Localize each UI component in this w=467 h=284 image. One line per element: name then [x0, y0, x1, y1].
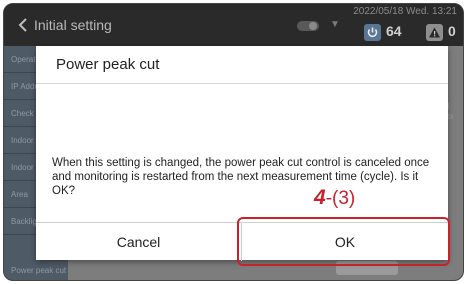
- warning-icon: [426, 24, 443, 41]
- step-annotation: 4-(3): [314, 186, 355, 210]
- datetime-display: 2022/05/18 Wed. 13:21: [353, 6, 457, 17]
- header-bar: Initial setting ▼ 2022/05/18 Wed. 13:21 …: [4, 4, 463, 46]
- step-number: 4: [314, 186, 326, 209]
- cancel-button[interactable]: Cancel: [36, 223, 242, 261]
- alert-count: 0: [448, 23, 456, 39]
- chevron-left-icon[interactable]: [16, 16, 30, 34]
- step-substep: -(3): [325, 188, 356, 209]
- ok-highlight-frame: [237, 217, 450, 266]
- caret-down-icon[interactable]: ▼: [330, 19, 340, 30]
- page-title: Initial setting: [34, 17, 112, 33]
- power-icon: [364, 24, 381, 41]
- power-count: 64: [386, 23, 402, 39]
- dialog-message: When this setting is changed, the power …: [52, 157, 430, 197]
- toggle-icon[interactable]: [297, 21, 319, 31]
- dialog-title: Power peak cut: [36, 46, 448, 84]
